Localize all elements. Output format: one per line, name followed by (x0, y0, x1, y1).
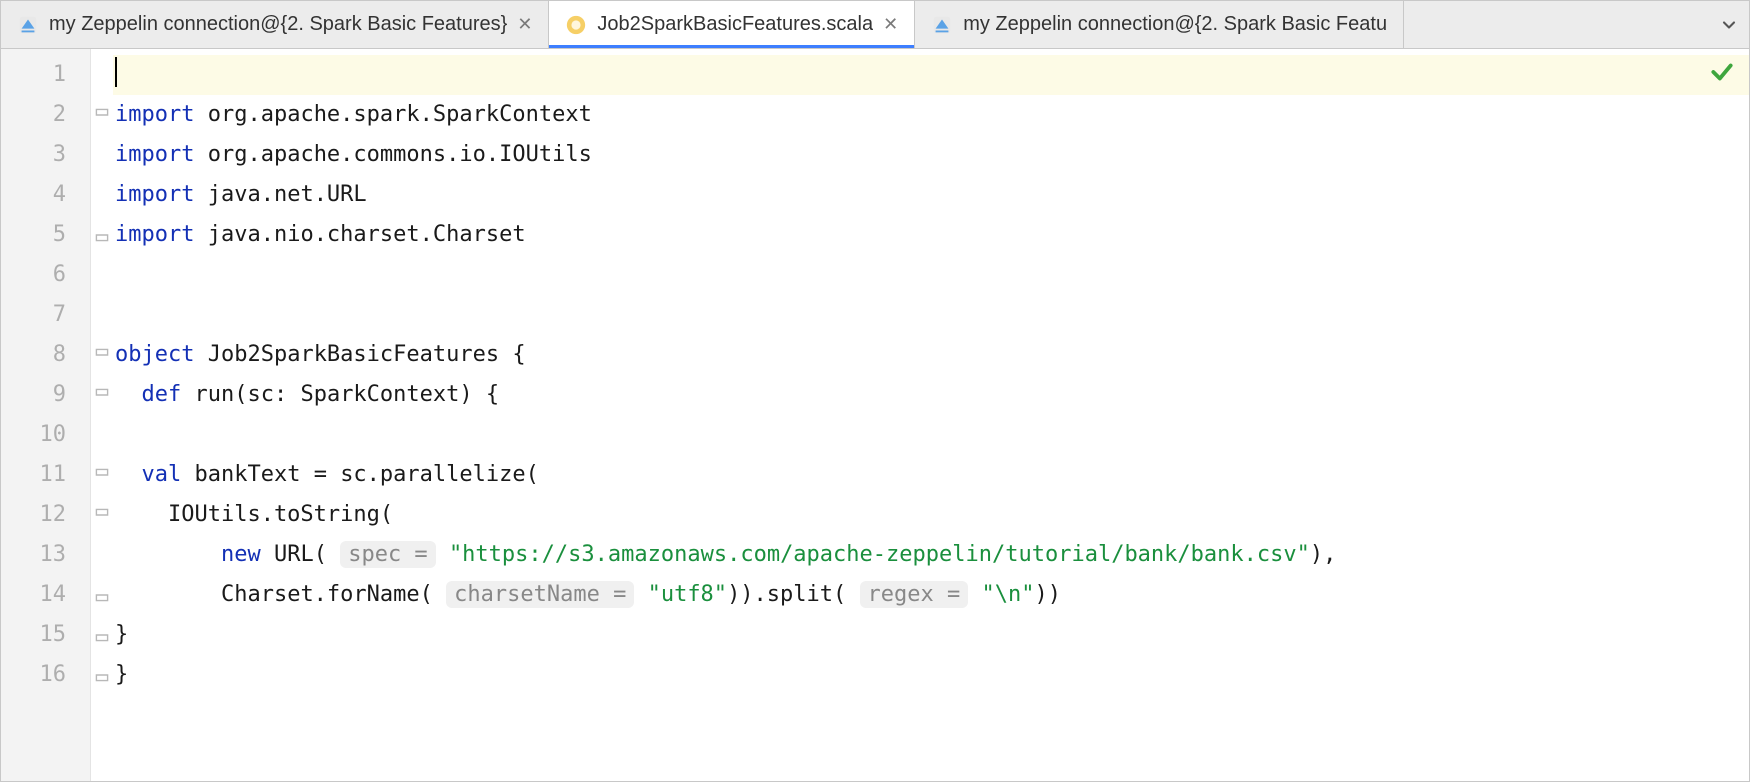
fold-region-start-icon[interactable] (91, 375, 113, 415)
code-line: Charset.forName( charsetName = "utf8")).… (113, 575, 1749, 615)
line-number: 11 (1, 455, 90, 495)
fold-region-end-icon[interactable] (91, 655, 113, 695)
line-number: 5 (1, 215, 90, 255)
code-line (113, 295, 1749, 335)
tab-scala-file-active[interactable]: Job2SparkBasicFeatures.scala ✕ (549, 1, 915, 48)
code-line: object Job2SparkBasicFeatures { (113, 335, 1749, 375)
line-number: 7 (1, 295, 90, 335)
line-number: 1 (1, 55, 90, 95)
line-number: 14 (1, 575, 90, 615)
fold-region-end-icon[interactable] (91, 215, 113, 255)
code-line: IOUtils.toString( (113, 495, 1749, 535)
code-line: import org.apache.spark.SparkContext (113, 95, 1749, 135)
fold-region-start-icon[interactable] (91, 95, 113, 135)
line-number: 2 (1, 95, 90, 135)
parameter-hint: charsetName = (446, 581, 634, 608)
line-number: 4 (1, 175, 90, 215)
fold-column (91, 49, 113, 781)
code-line (113, 255, 1749, 295)
tab-zeppelin-2[interactable]: my Zeppelin connection@{2. Spark Basic F… (915, 1, 1404, 48)
zeppelin-file-icon (17, 14, 39, 36)
tab-label: my Zeppelin connection@{2. Spark Basic F… (963, 13, 1387, 36)
parameter-hint: spec = (340, 541, 435, 568)
code-line: new URL( spec = "https://s3.amazonaws.co… (113, 535, 1749, 575)
tab-label: my Zeppelin connection@{2. Spark Basic F… (49, 13, 507, 36)
code-line: import org.apache.commons.io.IOUtils (113, 135, 1749, 175)
line-number: 16 (1, 655, 90, 695)
code-line: import java.nio.charset.Charset (113, 215, 1749, 255)
zeppelin-file-icon (931, 14, 953, 36)
ide-editor-root: my Zeppelin connection@{2. Spark Basic F… (0, 0, 1750, 782)
code-line: val bankText = sc.parallelize( (113, 455, 1749, 495)
line-number: 9 (1, 375, 90, 415)
line-number: 3 (1, 135, 90, 175)
text-caret (115, 57, 117, 87)
tabs-overflow-button[interactable] (1709, 1, 1749, 48)
line-number: 6 (1, 255, 90, 295)
code-line: } (113, 655, 1749, 695)
close-icon[interactable]: ✕ (517, 14, 532, 35)
line-number: 8 (1, 335, 90, 375)
scala-file-icon (565, 14, 587, 36)
line-number: 15 (1, 615, 90, 655)
code-line (113, 415, 1749, 455)
code-line: def run(sc: SparkContext) { (113, 375, 1749, 415)
code-line: import java.net.URL (113, 175, 1749, 215)
tab-zeppelin-1[interactable]: my Zeppelin connection@{2. Spark Basic F… (1, 1, 549, 48)
parameter-hint: regex = (860, 581, 969, 608)
fold-region-end-icon[interactable] (91, 615, 113, 655)
line-number: 12 (1, 495, 90, 535)
analysis-ok-icon[interactable] (1709, 59, 1735, 90)
close-icon[interactable]: ✕ (883, 14, 898, 35)
fold-region-start-icon[interactable] (91, 495, 113, 535)
line-number: 13 (1, 535, 90, 575)
tab-label: Job2SparkBasicFeatures.scala (597, 13, 873, 36)
editor-tab-bar: my Zeppelin connection@{2. Spark Basic F… (1, 1, 1749, 49)
code-content[interactable]: import org.apache.spark.SparkContext imp… (113, 49, 1749, 781)
fold-region-end-icon[interactable] (91, 575, 113, 615)
fold-region-start-icon[interactable] (91, 335, 113, 375)
code-line (113, 55, 1749, 95)
fold-region-start-icon[interactable] (91, 455, 113, 495)
code-line: } (113, 615, 1749, 655)
line-number-gutter: 1 2 3 4 5 6 7 8 9 10 11 12 13 14 15 16 (1, 49, 91, 781)
line-number: 10 (1, 415, 90, 455)
code-editor[interactable]: 1 2 3 4 5 6 7 8 9 10 11 12 13 14 15 16 (1, 49, 1749, 781)
